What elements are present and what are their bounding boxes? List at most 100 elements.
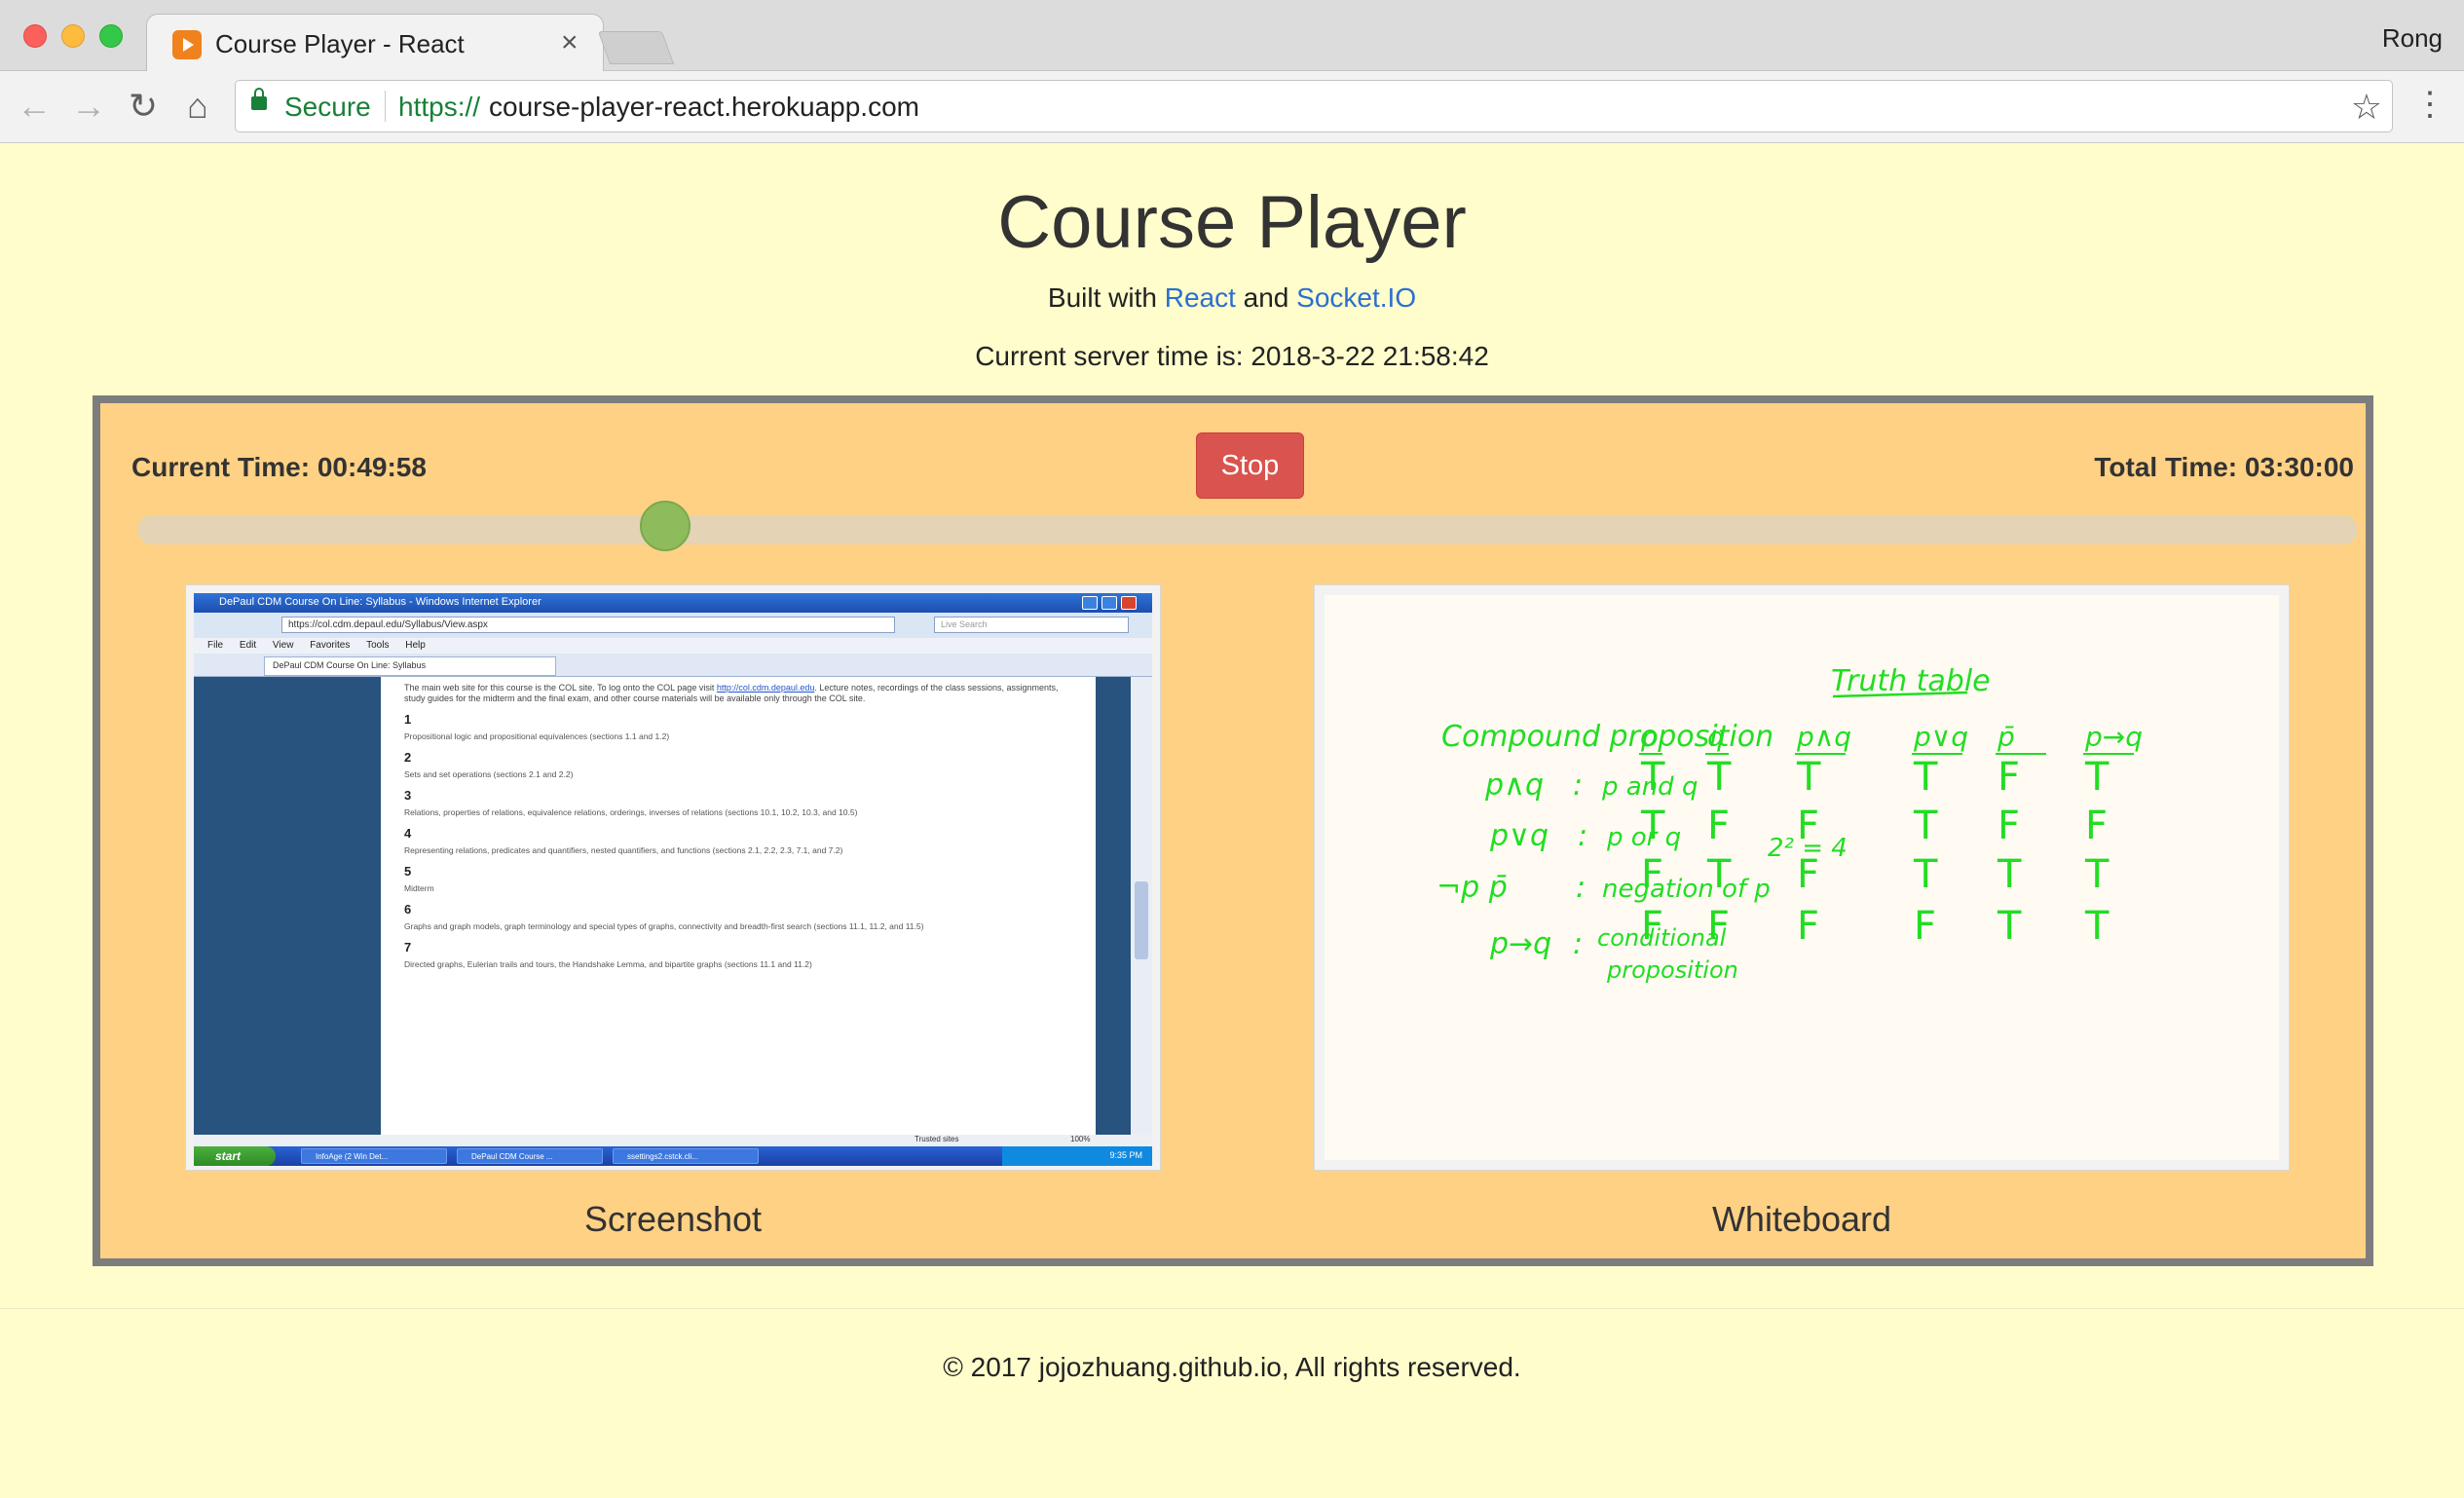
wb-def-symbol: p∨q: [1489, 819, 1549, 853]
ss-scrollbar: [1131, 677, 1152, 1135]
home-icon[interactable]: ⌂: [178, 87, 217, 126]
wb-table-cell: T: [1706, 755, 1732, 800]
address-bar[interactable]: Secure https:// course-player-react.hero…: [235, 80, 2393, 132]
star-icon[interactable]: ☆: [2351, 87, 2382, 128]
react-link[interactable]: React: [1165, 282, 1236, 313]
wb-table-cell: T: [1997, 852, 2022, 897]
ss-week-number: 6: [404, 902, 412, 917]
stop-button[interactable]: Stop: [1196, 432, 1304, 499]
url-scheme: https://: [398, 92, 481, 122]
ss-week-number: 5: [404, 864, 412, 879]
wb-def-sep: :: [1578, 819, 1587, 853]
wb-table-header: p∧q: [1796, 721, 1851, 753]
whiteboard-panel: Truth table Compound proposition p∧q : p…: [1314, 584, 2290, 1171]
secure-label: Secure: [284, 92, 371, 122]
ss-menu-item: Edit: [239, 640, 257, 651]
ss-intro-link: http://col.cdm.depaul.edu: [716, 683, 815, 693]
browser-tab[interactable]: Course Player - React ×: [146, 14, 604, 72]
footer-copyright: © 2017 jojozhuang.github.io, All rights …: [943, 1352, 1521, 1382]
ss-menu-item: File: [207, 640, 224, 651]
ss-menu-item: View: [272, 640, 294, 651]
reload-icon[interactable]: ↻: [124, 87, 163, 126]
progress-slider-track[interactable]: [137, 515, 2358, 544]
wb-table-cell: F: [1641, 904, 1663, 949]
wb-table-cell: T: [1997, 904, 2022, 949]
ss-start-button: start: [194, 1146, 276, 1166]
ss-week-number: 7: [404, 940, 412, 955]
ss-week-topic: Representing relations, predicates and q…: [404, 845, 843, 855]
ss-task-item: ssettings2.cstck.cli...: [613, 1148, 759, 1164]
ss-maximize-icon: [1101, 596, 1117, 610]
and-text: and: [1243, 282, 1289, 313]
minimize-window-button[interactable]: [61, 24, 85, 48]
ss-tab-bar: DePaul CDM Course On Line: Syllabus: [194, 654, 1152, 677]
ss-window-titlebar: DePaul CDM Course On Line: Syllabus - Wi…: [194, 593, 1152, 613]
socket-io-link[interactable]: Socket.IO: [1296, 282, 1416, 313]
ss-week-topic: Midterm: [404, 883, 434, 893]
wb-def-sep: :: [1573, 927, 1583, 961]
ss-week-topic: Sets and set operations (sections 2.1 an…: [404, 769, 574, 779]
wb-table-cell: T: [1706, 852, 1732, 897]
ss-close-icon: [1121, 596, 1137, 610]
ss-week-number: 3: [404, 788, 412, 803]
new-tab-button[interactable]: [597, 31, 675, 64]
wb-table-cell: T: [2084, 904, 2109, 949]
ss-window-title: DePaul CDM Course On Line: Syllabus - Wi…: [219, 596, 541, 608]
wb-def-extra: proposition: [1606, 956, 1738, 984]
wb-def-meaning: negation of p: [1602, 875, 1771, 904]
built-with-prefix: Built with: [1047, 282, 1157, 313]
close-tab-icon[interactable]: ×: [561, 26, 579, 59]
wb-table-cell: T: [1796, 755, 1821, 800]
ss-address-bar: https://col.cdm.depaul.edu/Syllabus/View…: [194, 613, 1152, 638]
screenshot-label: Screenshot: [583, 1199, 763, 1239]
wb-table-cell: T: [1640, 755, 1665, 800]
url-host: course-player-react.herokuapp.com: [489, 92, 919, 122]
whiteboard-drawing: Truth table Compound proposition p∧q : p…: [1437, 664, 2143, 984]
ss-syllabus-content: The main web site for this course is the…: [381, 677, 1096, 1135]
wb-table-cell: T: [1913, 852, 1938, 897]
menu-icon[interactable]: ⋮: [2413, 85, 2446, 124]
course-player: Current Time: 00:49:58 Stop Total Time: …: [93, 395, 2373, 1266]
ss-task-item: DePaul CDM Course ...: [457, 1148, 603, 1164]
wb-table-header: p∨q: [1913, 721, 1968, 753]
wb-table-cell: F: [1997, 804, 2020, 848]
profile-name[interactable]: Rong: [2382, 23, 2443, 54]
wb-table-cell: F: [2085, 804, 2108, 848]
back-icon[interactable]: ←: [15, 87, 54, 126]
wb-def-sep: :: [1576, 871, 1586, 905]
ss-week-topic: Directed graphs, Eulerian trails and tou…: [404, 959, 812, 969]
ss-intro: The main web site for this course is the…: [404, 683, 1072, 704]
ss-intro-text: The main web site for this course is the…: [404, 683, 715, 693]
wb-truth-table: p q p∧q p∨q p̄ p→qT T T T F TT F F T F FF T F T T TF F F F T T: [1639, 721, 2143, 949]
wb-table-cell: T: [2084, 755, 2109, 800]
wb-table-cell: T: [2084, 852, 2109, 897]
maximize-window-button[interactable]: [99, 24, 123, 48]
current-time: Current Time: 00:49:58: [131, 452, 427, 482]
wb-table-cell: F: [1707, 804, 1730, 848]
page-title: Course Player: [997, 181, 1467, 264]
wb-table-cell: F: [1797, 852, 1819, 897]
ss-minimize-icon: [1082, 596, 1098, 610]
wb-def-symbol: ¬p p̄: [1437, 871, 1508, 905]
close-window-button[interactable]: [23, 24, 47, 48]
forward-icon[interactable]: →: [69, 87, 108, 126]
ss-taskbar: start InfoAge (2 Win Det... DePaul CDM C…: [194, 1146, 1152, 1166]
wb-table-cell: F: [1797, 904, 1819, 949]
ss-tab: DePaul CDM Course On Line: Syllabus: [264, 656, 556, 676]
ss-week-number: 2: [404, 750, 412, 765]
wb-table-cell: F: [1641, 852, 1663, 897]
ss-menu-item: Favorites: [310, 640, 351, 651]
wb-table-header: p̄: [1997, 721, 2015, 753]
wb-def-symbol: p→q: [1489, 927, 1551, 961]
ss-menu-item: Tools: [366, 640, 390, 651]
browser-toolbar: ← → ↻ ⌂ Secure https:// course-player-re…: [0, 71, 2464, 143]
wb-table-header: q: [1707, 721, 1725, 753]
wb-def-sep: :: [1573, 768, 1583, 803]
wb-table-cell: T: [1913, 804, 1938, 848]
ss-clock: 9:35 PM: [1109, 1150, 1142, 1160]
server-time: Current server time is: 2018-3-22 21:58:…: [975, 341, 1489, 371]
screenshot-image: DePaul CDM Course On Line: Syllabus - Wi…: [194, 593, 1152, 1166]
built-with-line: Built with React and Socket.IO: [0, 282, 2464, 314]
ss-week-number: 4: [404, 826, 412, 841]
wb-table-cell: F: [1997, 755, 2020, 800]
